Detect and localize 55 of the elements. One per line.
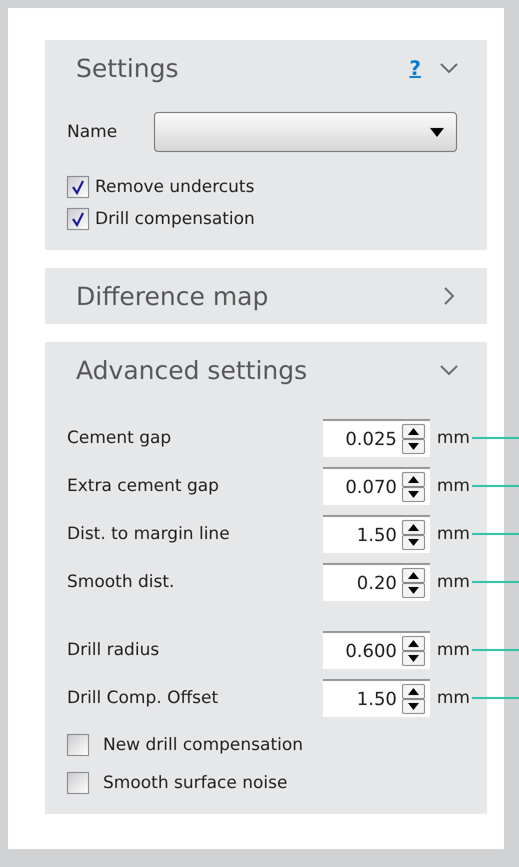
increment-icon[interactable]: [402, 520, 425, 535]
field-label: Dist. to margin line: [67, 524, 230, 544]
checkbox[interactable]: [67, 772, 89, 794]
checkbox[interactable]: [67, 176, 89, 198]
section-title[interactable]: Advanced settings: [67, 356, 439, 384]
checkbox[interactable]: [67, 734, 89, 756]
checkbox[interactable]: [67, 208, 89, 230]
chevron-down-icon[interactable]: [439, 364, 459, 376]
check-icon: [70, 211, 86, 227]
number-field[interactable]: 0.20: [322, 563, 430, 601]
number-field[interactable]: 0.025: [322, 419, 430, 457]
section-title[interactable]: Difference map: [67, 282, 443, 310]
unit-label: mm: [436, 640, 470, 660]
decrement-icon[interactable]: [402, 487, 425, 502]
field-label: Extra cement gap: [67, 476, 219, 496]
dropdown-arrow-icon: [430, 128, 444, 136]
check-icon: [70, 179, 86, 195]
field-label: Name: [67, 122, 118, 142]
decrement-icon[interactable]: [402, 583, 425, 598]
field-label: Drill Comp. Offset: [67, 688, 218, 708]
unit-label: mm: [436, 688, 470, 708]
leader-line: [472, 649, 519, 651]
decrement-icon[interactable]: [402, 535, 425, 550]
field-label: Cement gap: [67, 428, 172, 448]
increment-icon[interactable]: [402, 684, 425, 699]
number-field[interactable]: 1.50: [322, 515, 430, 553]
field-label: Drill radius: [67, 640, 160, 660]
decrement-icon[interactable]: [402, 699, 425, 714]
unit-label: mm: [436, 524, 470, 544]
number-field[interactable]: 1.50: [322, 679, 430, 717]
checkbox-label: Drill compensation: [95, 209, 255, 229]
number-field[interactable]: 0.070: [322, 467, 430, 505]
decrement-icon[interactable]: [402, 651, 425, 666]
increment-icon[interactable]: [402, 636, 425, 651]
field-label: Smooth dist.: [67, 572, 174, 592]
number-field[interactable]: 0.600: [322, 631, 430, 669]
unit-label: mm: [436, 428, 470, 448]
chevron-right-icon[interactable]: [443, 286, 455, 306]
increment-icon[interactable]: [402, 424, 425, 439]
leader-line: [472, 533, 519, 535]
leader-line: [472, 485, 519, 487]
leader-line: [472, 581, 519, 583]
section-title[interactable]: Settings: [67, 54, 410, 82]
checkbox-label: New drill compensation: [103, 735, 304, 755]
leader-line: [472, 697, 519, 699]
unit-label: mm: [436, 476, 470, 496]
decrement-icon[interactable]: [402, 439, 425, 454]
checkbox-label: Remove undercuts: [95, 177, 254, 197]
leader-line: [472, 437, 519, 439]
increment-icon[interactable]: [402, 472, 425, 487]
increment-icon[interactable]: [402, 568, 425, 583]
chevron-down-icon[interactable]: [439, 62, 459, 74]
unit-label: mm: [436, 572, 470, 592]
name-dropdown[interactable]: [154, 112, 458, 152]
checkbox-label: Smooth surface noise: [103, 773, 288, 793]
